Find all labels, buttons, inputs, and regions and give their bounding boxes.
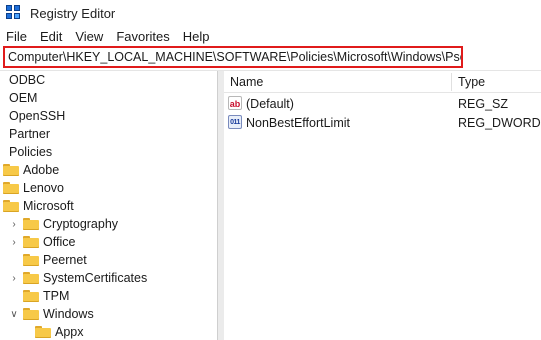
folder-icon	[23, 236, 39, 248]
no-expander	[9, 291, 19, 301]
tree-item-label: OEM	[9, 91, 38, 105]
tree-item-label: OpenSSH	[9, 109, 66, 123]
tree-item-windows[interactable]: ∨ Windows	[9, 305, 94, 323]
tree-item-systemcertificates[interactable]: › SystemCertificates	[9, 269, 147, 287]
list-header: Name Type	[224, 71, 541, 93]
folder-icon	[23, 308, 39, 320]
tree-item-office[interactable]: › Office	[9, 233, 75, 251]
tree-item-policies[interactable]: Policies	[9, 143, 52, 161]
tree-item-openssh[interactable]: OpenSSH	[9, 107, 65, 125]
value-type: REG_SZ	[458, 97, 509, 111]
tree-item-label: Adobe	[23, 163, 60, 177]
tree-item-label: Appx	[55, 325, 84, 339]
menu-help[interactable]: Help	[183, 29, 210, 44]
no-expander	[9, 255, 19, 265]
tree-item-label: TPM	[43, 289, 70, 303]
tree-item-partner[interactable]: Partner	[9, 125, 50, 143]
value-name: (Default)	[246, 97, 294, 111]
title-bar: Registry Editor	[0, 0, 541, 26]
registry-value-row[interactable]: ab (Default) REG_SZ	[224, 95, 541, 113]
folder-icon	[23, 290, 39, 302]
tree-item-microsoft[interactable]: Microsoft	[3, 197, 74, 215]
tree-item-label: Windows	[43, 307, 94, 321]
folder-icon	[3, 164, 19, 176]
tree-item-label: ODBC	[9, 73, 46, 87]
tree-item-label: Cryptography	[43, 217, 119, 231]
tree-item-label: Microsoft	[23, 199, 74, 213]
registry-key-tree: ODBC OEM OpenSSH Partner Policies Adobe Lenovo…	[0, 71, 217, 340]
folder-icon	[3, 200, 19, 212]
tree-item-label: SystemCertificates	[43, 271, 148, 285]
tree-item-label: Partner	[9, 127, 50, 141]
registry-editor-icon	[6, 5, 22, 21]
value-type: REG_DWORD	[458, 116, 541, 130]
tree-item-lenovo[interactable]: Lenovo	[3, 179, 64, 197]
column-header-type[interactable]: Type	[458, 75, 485, 89]
folder-icon	[23, 218, 39, 230]
value-name: NonBestEffortLimit	[246, 116, 350, 130]
menu-favorites[interactable]: Favorites	[116, 29, 169, 44]
folder-icon	[23, 272, 39, 284]
ab-string-icon: ab	[228, 96, 242, 110]
address-bar[interactable]: Computer\HKEY_LOCAL_MACHINE\SOFTWARE\Pol…	[3, 46, 463, 68]
tree-item-label: Policies	[9, 145, 53, 159]
tree-item-appx[interactable]: Appx	[35, 323, 84, 340]
column-separator[interactable]	[451, 73, 452, 91]
folder-icon	[35, 326, 51, 338]
tree-item-cryptography[interactable]: › Cryptography	[9, 215, 118, 233]
chevron-right-icon[interactable]: ›	[9, 237, 19, 248]
tree-item-adobe[interactable]: Adobe	[3, 161, 59, 179]
menu-view[interactable]: View	[75, 29, 103, 44]
values-list: Name Type ab (Default) REG_SZ 011 NonBestEff…	[224, 71, 541, 340]
column-header-name[interactable]: Name	[230, 75, 263, 89]
chevron-down-icon[interactable]: ∨	[9, 309, 19, 320]
tree-item-peernet[interactable]: Peernet	[9, 251, 87, 269]
menu-file[interactable]: File	[6, 29, 27, 44]
tree-item-odbc[interactable]: ODBC	[9, 71, 45, 89]
folder-icon	[3, 182, 19, 194]
tree-item-oem[interactable]: OEM	[9, 89, 37, 107]
window-title: Registry Editor	[30, 5, 116, 21]
tree-item-tpm[interactable]: TPM	[9, 287, 69, 305]
tree-item-label: Lenovo	[23, 181, 65, 195]
folder-icon	[23, 254, 39, 266]
chevron-right-icon[interactable]: ›	[9, 273, 19, 284]
tree-item-label: Office	[43, 235, 76, 249]
registry-value-row[interactable]: 011 NonBestEffortLimit REG_DWORD	[224, 114, 541, 132]
menu-bar: File Edit View Favorites Help	[0, 26, 223, 46]
binary-value-icon: 011	[228, 115, 242, 129]
menu-edit[interactable]: Edit	[40, 29, 62, 44]
tree-item-label: Peernet	[43, 253, 87, 267]
chevron-right-icon[interactable]: ›	[9, 219, 19, 230]
